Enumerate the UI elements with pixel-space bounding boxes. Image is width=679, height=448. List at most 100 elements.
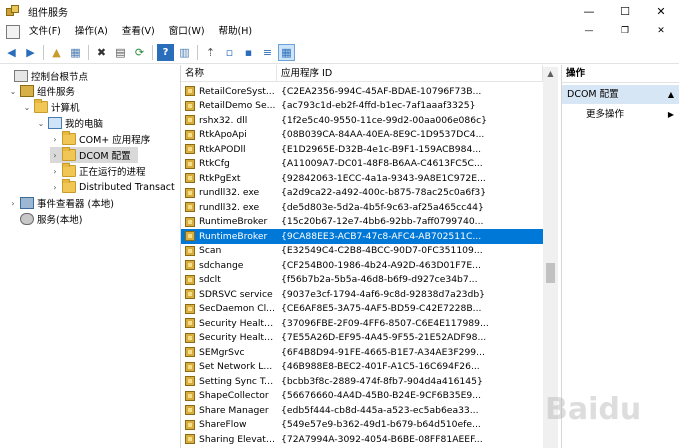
expander-icon[interactable]: › [50, 151, 60, 160]
minimize-button[interactable]: — [571, 0, 607, 22]
table-row[interactable]: Security Health... {7E55A26D-EF95-4A45-9F… [181, 331, 543, 346]
row-app-id: {549e57e9-b362-49d1-b679-b64d510efe... [281, 419, 481, 431]
row-name: ShapeCollector [199, 390, 269, 402]
table-row[interactable]: RtkAPODll {E1D2965E-D32B-4e1c-B9F1-159ACB… [181, 142, 543, 157]
table-row[interactable]: Sharing Elevate... {72A7994A-3092-4054-B6… [181, 432, 543, 447]
row-app-id: {9037e3cf-1794-4af6-9c8d-92838d7a23db} [281, 288, 486, 300]
table-row[interactable]: ShapeCollector {56676660-4A4D-45B0-B24E-9… [181, 389, 543, 404]
table-row[interactable]: rshx32. dll {1f2e5c40-9550-11ce-99d2-00aa… [181, 113, 543, 128]
doc-close-button[interactable]: ✕ [643, 20, 679, 42]
forward-icon[interactable]: ▶ [22, 44, 39, 61]
row-name: Security Health... [199, 332, 277, 344]
mmc-document-icon[interactable] [6, 25, 20, 39]
up-folder-icon[interactable]: ▲ [48, 44, 65, 61]
help-icon[interactable]: ? [157, 44, 174, 61]
sync-icon[interactable]: ⇡ [202, 44, 219, 61]
table-row[interactable]: Scan {E32549C4-C2B8-4BCC-90D7-0FC351109..… [181, 244, 543, 259]
scroll-up-arrow-icon[interactable]: ▲ [543, 67, 558, 81]
column-header-app-id[interactable]: 应用程序 ID [277, 65, 543, 82]
component-services-app-icon [6, 5, 20, 17]
table-row[interactable]: Security Health... {37096FBE-2F09-4FF6-85… [181, 316, 543, 331]
tree-item-running-processes[interactable]: › 正在运行的进程 [50, 163, 146, 179]
row-app-id: {edb5f444-cb8d-445a-a523-ec5ab6ea33... [281, 404, 479, 416]
table-row[interactable]: RuntimeBroker {9CA88EE3-ACB7-47c8-AFC4-AB… [181, 229, 543, 244]
dcom-app-icon [185, 216, 195, 227]
toolbar-separator [43, 45, 44, 60]
refresh-icon[interactable]: ⟳ [131, 44, 148, 61]
folder-icon [62, 163, 76, 177]
delete-icon[interactable]: ✖ [93, 44, 110, 61]
table-row[interactable]: RtkCfg {A11009A7-DC01-48F8-B6AA-C4613FC5C… [181, 157, 543, 172]
expander-icon[interactable]: ⌄ [22, 103, 32, 112]
column-header-name[interactable]: 名称 [181, 65, 277, 82]
row-app-id: {ac793c1d-eb2f-4ffd-b1ec-7af1aaaf3325} [281, 100, 476, 112]
menu-action[interactable]: 操作(A) [68, 23, 115, 41]
tree-item-event-viewer[interactable]: › 事件查看器 (本地) [8, 195, 114, 211]
menu-view[interactable]: 查看(V) [115, 23, 162, 41]
doc-restore-button[interactable]: ❐ [607, 20, 643, 42]
table-row[interactable]: SDRSVC service {9037e3cf-1794-4af6-9c8d-9… [181, 287, 543, 302]
expander-icon[interactable]: › [8, 199, 18, 208]
tree-item-computers[interactable]: ⌄ 计算机 [22, 99, 80, 115]
table-row[interactable]: Setting Sync Ta... {bcbb3f8c-2889-474f-8f… [181, 374, 543, 389]
tree-item-component-services[interactable]: ⌄ 组件服务 [8, 83, 75, 99]
tree-item-label: 我的电脑 [65, 119, 104, 130]
maximize-button[interactable]: ☐ [607, 0, 643, 22]
back-icon[interactable]: ◀ [3, 44, 20, 61]
table-row[interactable]: RetailCoreSyst... {C2EA2356-994C-45AF-BDA… [181, 84, 543, 99]
tree-item-distributed-transaction[interactable]: › Distributed Transact [50, 179, 175, 195]
table-row[interactable]: SEMgrSvc {6F4B8D94-91FE-4665-B1E7-A34AE3F… [181, 345, 543, 360]
tree-item-my-computer[interactable]: ⌄ 我的电脑 [36, 115, 103, 131]
menu-help[interactable]: 帮助(H) [212, 23, 260, 41]
table-row[interactable]: Set Network L... {46B988E8-BEC2-401F-A1C5… [181, 360, 543, 375]
row-name: Share Manager [199, 404, 269, 416]
dcom-app-icon [185, 144, 195, 155]
detail-view-icon[interactable]: ▦ [278, 44, 295, 61]
table-row[interactable]: sdclt {f56b7b2a-5b5a-46d8-b6f9-d927ce34b7… [181, 273, 543, 288]
table-row[interactable]: rundll32. exe {de5d803e-5d2a-4b5f-9c63-af… [181, 200, 543, 215]
show-action-pane-icon[interactable]: ▥ [176, 44, 193, 61]
expander-icon[interactable]: › [50, 167, 60, 176]
tree-item-label: Distributed Transact [79, 181, 175, 193]
table-row[interactable]: RtkApoApi {08B039CA-84AA-40EA-8E9C-1D9537… [181, 128, 543, 143]
doc-minimize-button[interactable]: — [571, 20, 607, 42]
window-title: 组件服务 [28, 7, 68, 19]
vertical-scrollbar[interactable]: ▲ [543, 67, 558, 448]
expander-icon[interactable]: › [50, 183, 60, 192]
scrollbar-thumb[interactable] [546, 263, 555, 283]
title-bar: 组件服务 — ☐ ✕ [0, 0, 679, 22]
collapse-arrow-icon[interactable]: ▲ [668, 85, 674, 104]
row-app-id: {CE6AF8E5-3A75-4AF5-BD59-C42E7228B... [281, 303, 482, 315]
expander-icon[interactable]: › [50, 135, 60, 144]
large-icons-icon[interactable]: ▫ [221, 44, 238, 61]
table-row[interactable]: sdchange {CF254B00-1986-4b24-A92D-463D01F… [181, 258, 543, 273]
small-icons-icon[interactable]: ▪ [240, 44, 257, 61]
more-actions-item[interactable]: 更多操作 ▶ [562, 106, 679, 123]
properties-icon[interactable]: ▤ [112, 44, 129, 61]
menu-file[interactable]: 文件(F) [22, 23, 68, 41]
table-row[interactable]: Share Manager {edb5f444-cb8d-445a-a523-ec… [181, 403, 543, 418]
show-tree-icon[interactable]: ▦ [67, 44, 84, 61]
tree-item-dcom-config[interactable]: › DCOM 配置 [50, 147, 138, 163]
row-name: RtkAPODll [199, 143, 246, 155]
table-row[interactable]: RtkPgExt {92842063-1ECC-4a1a-9343-9A8E1C9… [181, 171, 543, 186]
table-row[interactable]: rundll32. exe {a2d9ca22-a492-400c-b875-78… [181, 186, 543, 201]
table-row[interactable]: ShareFlow {549e57e9-b362-49d1-b679-b64d51… [181, 418, 543, 433]
dcom-app-icon [185, 173, 195, 184]
actions-section-dcom-config[interactable]: DCOM 配置 ▲ [562, 85, 679, 104]
list-view-icon[interactable]: ≡ [259, 44, 276, 61]
table-row[interactable]: RetailDemo Se... {ac793c1d-eb2f-4ffd-b1ec… [181, 99, 543, 114]
expander-icon[interactable]: ⌄ [36, 119, 46, 128]
toolbar-separator [197, 45, 198, 60]
menu-window[interactable]: 窗口(W) [162, 23, 212, 41]
actions-pane: 操作 DCOM 配置 ▲ 更多操作 ▶ [561, 65, 679, 448]
expander-icon[interactable]: ⌄ [8, 87, 18, 96]
tree-item-services[interactable]: 服务(本地) [8, 211, 82, 227]
table-row[interactable]: RuntimeBroker {15c20b67-12e7-4bb6-92bb-7a… [181, 215, 543, 230]
table-row[interactable]: SecDaemon Cl... {CE6AF8E5-3A75-4AF5-BD59-… [181, 302, 543, 317]
tree-item-console-root[interactable]: 控制台根节点 [2, 68, 88, 84]
tree-item-label: 计算机 [51, 103, 80, 114]
close-button[interactable]: ✕ [643, 0, 679, 22]
tree-item-com-applications[interactable]: › COM+ 应用程序 [50, 131, 150, 147]
dcom-app-icon [185, 419, 195, 430]
